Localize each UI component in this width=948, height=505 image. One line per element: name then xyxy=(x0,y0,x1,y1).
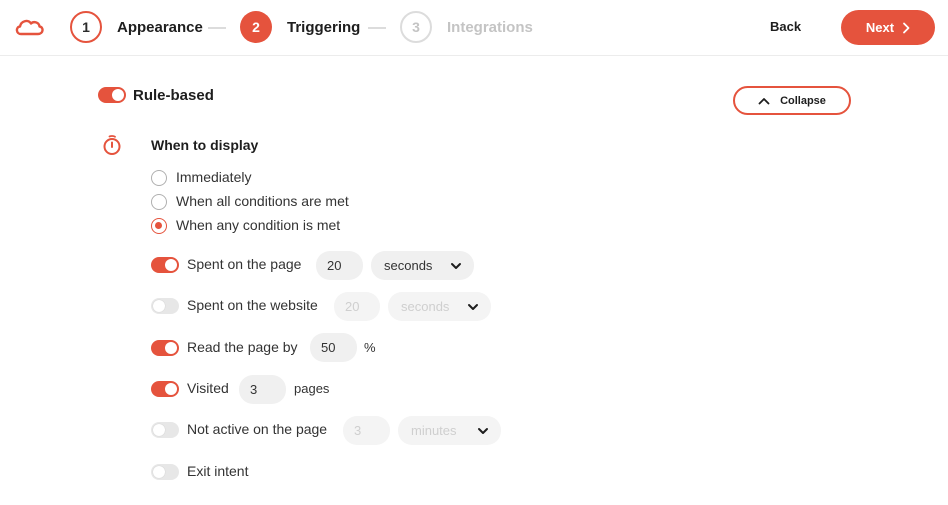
read-page-toggle[interactable] xyxy=(151,340,179,356)
step-2-label[interactable]: Triggering xyxy=(287,19,360,36)
not-active-value-input[interactable]: 3 xyxy=(343,416,390,445)
exit-intent-label: Exit intent xyxy=(187,463,249,479)
radio-all-conditions[interactable] xyxy=(151,194,167,210)
spent-on-website-toggle[interactable] xyxy=(151,298,179,314)
toggle-knob xyxy=(165,383,177,395)
when-to-display-title: When to display xyxy=(151,137,259,153)
chevron-up-icon xyxy=(758,97,770,104)
top-bar: 1 Appearance 2 Triggering 3 Integrations… xyxy=(0,0,948,56)
step-3-label[interactable]: Integrations xyxy=(447,19,533,36)
visited-toggle[interactable] xyxy=(151,381,179,397)
spent-on-page-value-input[interactable]: 20 xyxy=(316,251,363,280)
radio-immediately[interactable] xyxy=(151,170,167,186)
collapse-label: Collapse xyxy=(780,94,826,107)
not-active-unit-select[interactable]: minutes xyxy=(398,416,501,445)
visited-unit: pages xyxy=(294,381,330,396)
collapse-button[interactable]: Collapse xyxy=(733,86,851,115)
toggle-knob xyxy=(165,259,177,271)
not-active-unit-value: minutes xyxy=(411,423,457,438)
stopwatch-icon xyxy=(103,135,121,155)
spent-on-website-label: Spent on the website xyxy=(187,297,318,313)
spent-on-website-value-input[interactable]: 20 xyxy=(334,292,380,321)
chevron-down-icon xyxy=(478,427,488,434)
step-connector xyxy=(208,27,226,29)
read-page-unit: % xyxy=(364,340,376,355)
step-2-indicator[interactable]: 2 xyxy=(240,11,272,43)
next-button-label: Next xyxy=(865,20,895,35)
chevron-right-icon xyxy=(903,22,910,33)
not-active-label: Not active on the page xyxy=(187,421,328,437)
toggle-knob xyxy=(112,89,124,101)
rule-based-label: Rule-based xyxy=(133,87,214,104)
step-1-indicator[interactable]: 1 xyxy=(70,11,102,43)
spent-on-page-unit-value: seconds xyxy=(384,258,433,273)
spent-on-page-toggle[interactable] xyxy=(151,257,179,273)
radio-all-conditions-label[interactable]: When all conditions are met xyxy=(176,193,349,209)
spent-on-website-unit-select[interactable]: seconds xyxy=(388,292,491,321)
exit-intent-toggle[interactable] xyxy=(151,464,179,480)
next-button[interactable]: Next xyxy=(841,10,935,45)
radio-immediately-label[interactable]: Immediately xyxy=(176,169,251,185)
spent-on-page-unit-select[interactable]: seconds xyxy=(371,251,474,280)
chevron-down-icon xyxy=(451,262,461,269)
toggle-knob xyxy=(153,466,165,478)
not-active-toggle[interactable] xyxy=(151,422,179,438)
radio-any-condition-label[interactable]: When any condition is met xyxy=(176,217,340,233)
cloud-logo-icon[interactable] xyxy=(14,16,44,38)
visited-label: Visited xyxy=(187,380,229,396)
step-1-label[interactable]: Appearance xyxy=(117,19,203,36)
read-page-value-input[interactable]: 50 xyxy=(310,333,357,362)
toggle-knob xyxy=(153,300,165,312)
step-3-indicator[interactable]: 3 xyxy=(400,11,432,43)
back-button[interactable]: Back xyxy=(770,19,801,34)
toggle-knob xyxy=(165,342,177,354)
spent-on-website-unit-value: seconds xyxy=(401,299,450,314)
spent-on-page-label: Spent on the page xyxy=(187,256,302,272)
visited-value-input[interactable]: 3 xyxy=(239,375,286,404)
read-page-label: Read the page by xyxy=(187,339,298,355)
rule-based-toggle[interactable] xyxy=(98,87,126,103)
radio-any-condition[interactable] xyxy=(151,218,167,234)
toggle-knob xyxy=(153,424,165,436)
step-connector xyxy=(368,27,386,29)
chevron-down-icon xyxy=(468,303,478,310)
